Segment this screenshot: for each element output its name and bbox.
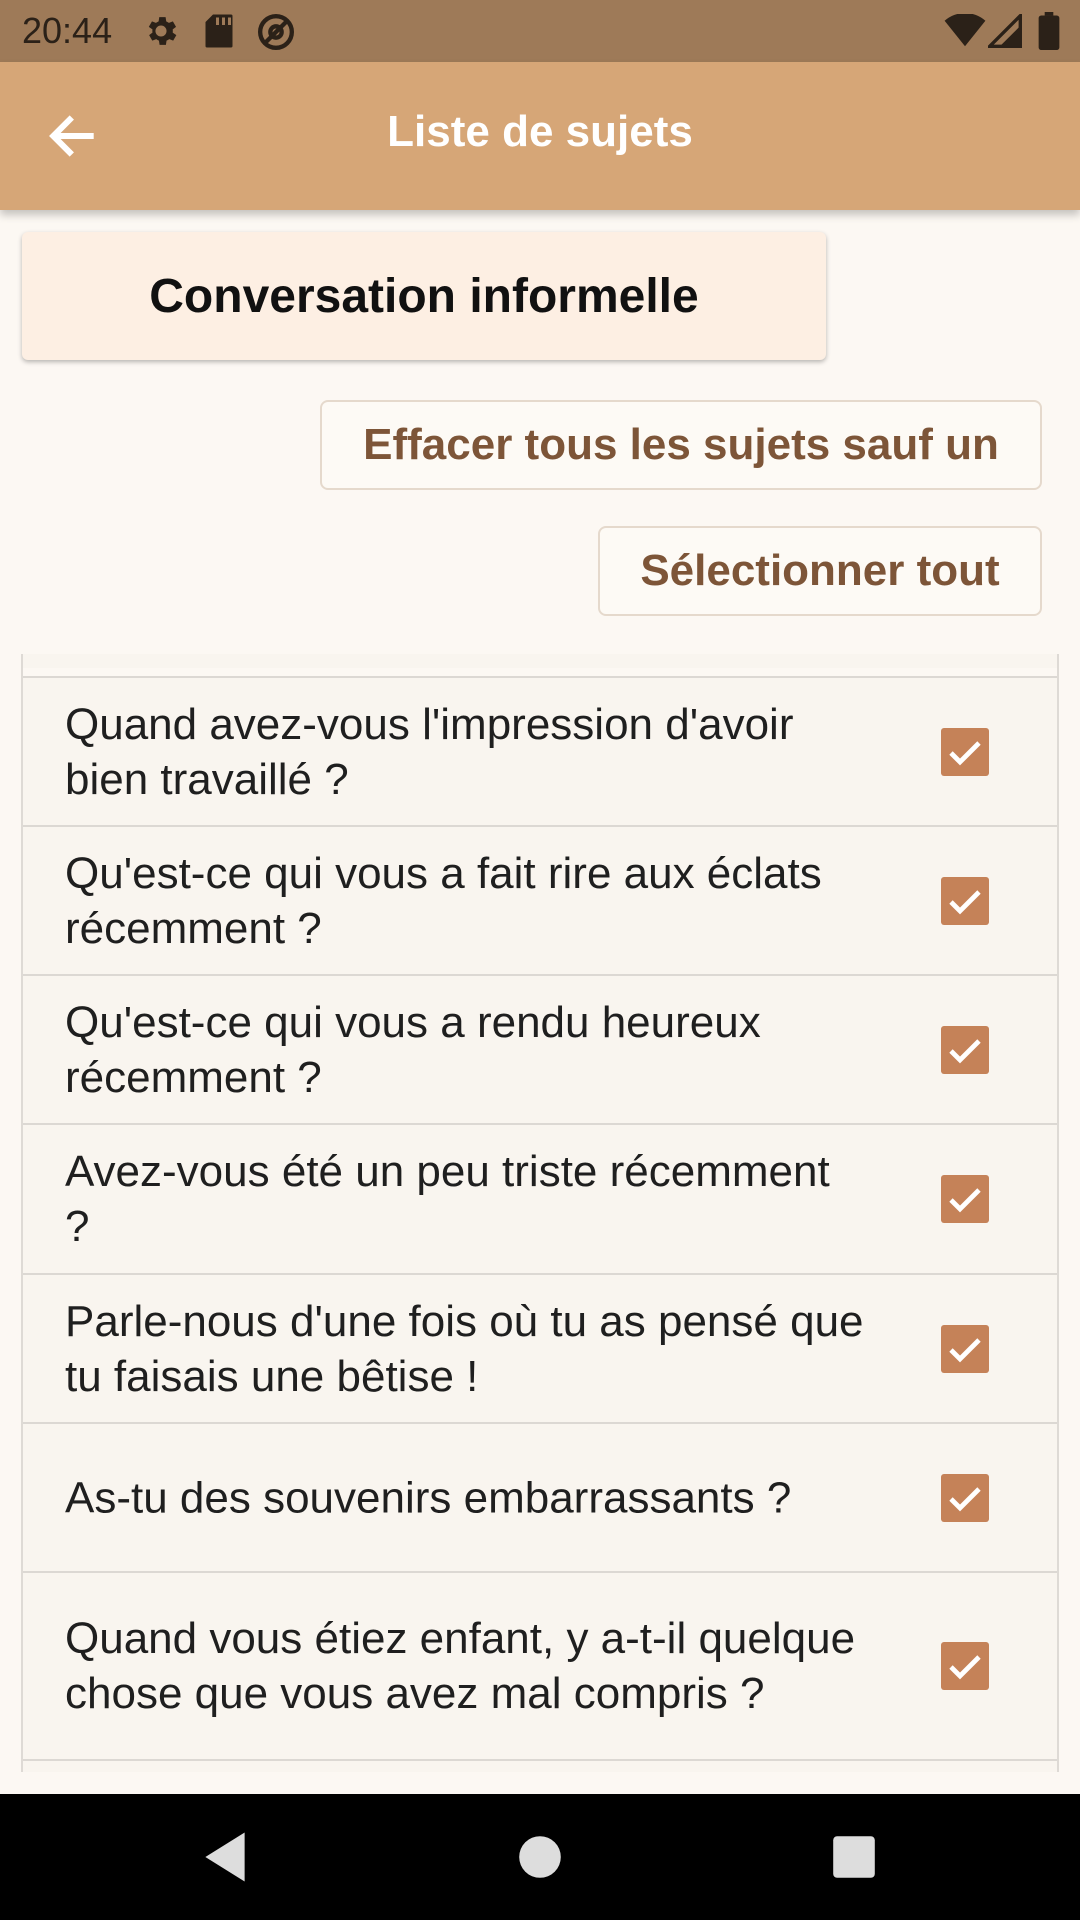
wifi-icon [944, 13, 986, 53]
check-icon [949, 1188, 981, 1213]
topic-checkbox[interactable] [941, 1642, 989, 1690]
topic-text: Quand vous étiez enfant, y a-t-il quelqu… [65, 1614, 856, 1718]
topic-text: As-tu des souvenirs embarrassants ? [65, 1473, 792, 1522]
topic-checkbox[interactable] [941, 876, 989, 925]
list-item[interactable]: Quand avez-vous l'impression d'avoir bie… [23, 676, 1057, 825]
topic-text: Avez-vous été un peu triste récemment ? [65, 1147, 830, 1251]
topic-checkbox[interactable] [941, 1473, 989, 1522]
check-icon [949, 1486, 981, 1511]
status-bar: 20:44 [0, 0, 1080, 62]
app-bar: Liste de sujets [0, 62, 1080, 210]
topic-checkbox[interactable] [941, 1324, 989, 1373]
topic-checkbox[interactable] [941, 1175, 989, 1223]
list-item[interactable]: Quand vous étiez enfant, y a-t-il quelqu… [23, 1571, 1057, 1759]
at-sign-icon [256, 12, 296, 57]
navigation-bar [0, 1794, 1080, 1920]
recents-square-icon[interactable] [828, 1830, 880, 1889]
check-icon [949, 1655, 981, 1680]
list-item[interactable]: Qu'est-ce qui vous a rendu heureux récem… [23, 974, 1057, 1123]
clear-all-except-one-button[interactable]: Effacer tous les sujets sauf un [320, 400, 1042, 490]
check-icon [949, 889, 981, 914]
select-all-button[interactable]: Sélectionner tout [598, 526, 1042, 616]
topic-checkbox[interactable] [941, 1025, 989, 1074]
back-triangle-icon[interactable] [200, 1830, 250, 1889]
list-item[interactable]: As-tu des souvenirs embarrassants ? [23, 1422, 1057, 1571]
topic-text: Quand avez-vous l'impression d'avoir bie… [65, 699, 794, 804]
home-circle-icon[interactable] [514, 1830, 566, 1889]
battery-icon [1038, 12, 1060, 55]
list-item[interactable]: Qu'est-ce qui vous a fait rire aux éclat… [23, 825, 1057, 974]
topic-text: Qu'est-ce qui vous a rendu heureux récem… [65, 997, 761, 1102]
gear-icon [142, 12, 180, 55]
list-item-partial [23, 1759, 1057, 1772]
check-icon [949, 1038, 981, 1063]
sd-card-icon [204, 12, 234, 55]
topic-checkbox[interactable] [941, 727, 989, 776]
topic-text: Parle-nous d'une fois où tu as pensé que… [65, 1296, 864, 1401]
list-item[interactable]: Parle-nous d'une fois où tu as pensé que… [23, 1273, 1057, 1422]
topic-list[interactable]: Quand avez-vous l'impression d'avoir bie… [21, 654, 1059, 1772]
list-item-partial [23, 654, 1057, 668]
check-icon [949, 1337, 981, 1362]
list-item[interactable]: Avez-vous été un peu triste récemment ? [23, 1123, 1057, 1273]
page-title: Liste de sujets [387, 107, 693, 156]
check-icon [949, 740, 981, 765]
signal-icon [985, 11, 1022, 53]
status-time: 20:44 [22, 10, 113, 51]
category-button[interactable]: Conversation informelle [22, 232, 826, 360]
topic-text: Qu'est-ce qui vous a fait rire aux éclat… [65, 848, 822, 953]
